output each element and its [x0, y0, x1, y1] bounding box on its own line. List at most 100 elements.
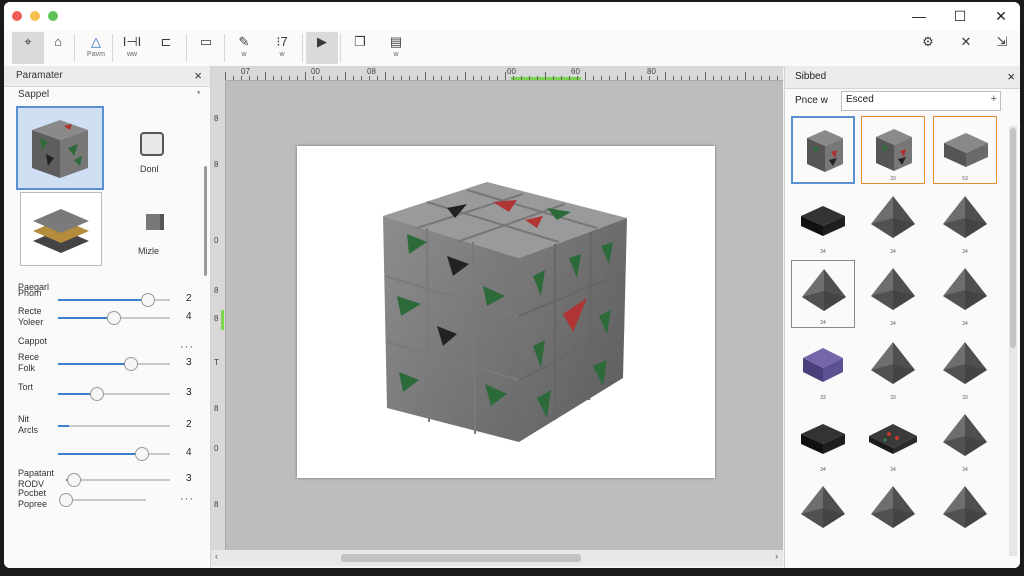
- param-slider-knob[interactable]: [107, 311, 121, 325]
- main-toolbar: ⌖ ⌂ △ Pavm I⊣I ww ⊏ ▭ ✎ w ⁝7 w ▶ ❐ ▤ w ⚙ ✕ ⇲: [4, 30, 1020, 67]
- tool-6-button[interactable]: ▭: [190, 32, 222, 64]
- tool-5-button[interactable]: ⊏: [150, 32, 182, 64]
- canvas-scroll-thumb[interactable]: [341, 554, 581, 562]
- ruler-tick: [585, 72, 586, 80]
- param-slider-knob[interactable]: [59, 493, 73, 507]
- select-tool-button[interactable]: ⌖: [12, 32, 44, 64]
- render-artboard[interactable]: [297, 146, 715, 478]
- toolbar-button-label: ww: [126, 51, 138, 58]
- param-slider[interactable]: [58, 293, 170, 307]
- section-collapse-icon[interactable]: *: [197, 89, 201, 99]
- window-close-button[interactable]: ✕: [990, 6, 1012, 26]
- thumb-list-scrollbar[interactable]: [204, 166, 207, 276]
- param-slider[interactable]: [66, 473, 170, 487]
- ruler-tick: [305, 72, 306, 80]
- ruler-tick: [593, 76, 594, 80]
- canvas-horizontal-scrollbar[interactable]: ‹ ›: [211, 550, 783, 566]
- library-item[interactable]: 33: [791, 334, 855, 402]
- library-item-caption: 34: [890, 467, 896, 473]
- library-item[interactable]: [791, 116, 855, 184]
- close-traffic-light[interactable]: [12, 11, 22, 21]
- library-item[interactable]: 34: [861, 406, 925, 474]
- ruler-tick: [761, 76, 762, 80]
- ruler-tick: [281, 76, 282, 80]
- library-panel-close-button[interactable]: ×: [1007, 69, 1015, 84]
- tool-8-button[interactable]: ⁝7 w: [266, 32, 298, 64]
- param-slider-knob[interactable]: [90, 387, 105, 401]
- param-slider-fill: [58, 363, 131, 365]
- ruler-tick: [777, 76, 778, 80]
- ruler-tick-label: 00: [311, 67, 320, 76]
- cube-preview-icon: [32, 120, 88, 178]
- scroll-left-icon[interactable]: ‹: [215, 551, 218, 561]
- tool-4-button[interactable]: I⊣I ww: [116, 32, 148, 64]
- param-slider-knob[interactable]: [123, 357, 138, 371]
- prism-tool-button[interactable]: △ Pavm: [80, 32, 112, 64]
- export-button[interactable]: ⇲: [986, 32, 1018, 64]
- home-tool-button[interactable]: ⌂: [42, 32, 74, 64]
- parameter-panel-title: Paramater: [16, 70, 63, 81]
- library-item[interactable]: 24: [791, 260, 855, 328]
- parameter-panel-close-button[interactable]: ×: [194, 68, 202, 83]
- param-label: Nit Arcls: [18, 414, 38, 435]
- settings-button[interactable]: ⚙: [912, 32, 944, 64]
- library-item[interactable]: 34: [933, 260, 997, 328]
- close-tool-button[interactable]: ✕: [950, 32, 982, 64]
- tool-7-button[interactable]: ✎ w: [228, 32, 260, 64]
- sample-thumb-cube[interactable]: [16, 106, 104, 190]
- tool-11-button[interactable]: ▤ w: [380, 32, 412, 64]
- scroll-right-icon[interactable]: ›: [775, 551, 778, 561]
- library-scroll-thumb[interactable]: [1010, 128, 1016, 348]
- library-item[interactable]: 34: [933, 406, 997, 474]
- library-item[interactable]: 34: [861, 188, 925, 256]
- library-panel-header: Sibbed ×: [785, 66, 1020, 89]
- library-item[interactable]: 33: [933, 334, 997, 402]
- sample-thumb-layers[interactable]: [20, 192, 102, 266]
- library-item[interactable]: 34: [791, 188, 855, 256]
- param-slider-knob[interactable]: [135, 447, 149, 461]
- param-slider-knob[interactable]: [140, 293, 155, 307]
- pyramid-icon: [802, 269, 846, 311]
- param-slider[interactable]: [58, 311, 170, 325]
- library-item[interactable]: 34: [791, 406, 855, 474]
- horizontal-ruler: 07 00 08 00 60 80: [211, 66, 783, 81]
- library-item[interactable]: 33: [861, 334, 925, 402]
- library-item[interactable]: [791, 478, 855, 538]
- param-slider-knob[interactable]: [67, 473, 82, 487]
- param-value[interactable]: ···: [180, 493, 194, 505]
- param-value[interactable]: ···: [180, 341, 194, 353]
- ruler-tick: [473, 76, 474, 80]
- library-filter-input[interactable]: Esced +: [841, 91, 1001, 111]
- ruler-tick-label: 8: [214, 314, 219, 323]
- param-slider[interactable]: [58, 387, 170, 401]
- library-item[interactable]: [861, 478, 925, 538]
- ruler-tick-label: 00: [507, 67, 516, 76]
- ruler-tick: [721, 76, 722, 80]
- ruler-tick: [753, 76, 754, 80]
- toolbar-separator: [74, 34, 75, 62]
- param-label: Pocbet Popree: [18, 488, 48, 509]
- library-item[interactable]: 34: [861, 260, 925, 328]
- param-slider[interactable]: [58, 447, 170, 461]
- param-slider[interactable]: [58, 425, 170, 427]
- ruler-tick: [561, 76, 562, 80]
- window-maximize-button[interactable]: ☐: [949, 6, 971, 26]
- ruler-tick: [385, 72, 386, 80]
- play-tool-button[interactable]: ▶: [306, 32, 338, 64]
- minimize-traffic-light[interactable]: [30, 11, 40, 21]
- ruler-tick: [361, 76, 362, 80]
- viewport-canvas[interactable]: 07 00 08 00 60 80 88088T808 ‹ ›: [211, 66, 783, 566]
- toolbar-button-label: w: [241, 51, 247, 58]
- library-item[interactable]: [933, 478, 997, 538]
- library-item[interactable]: 34: [933, 188, 997, 256]
- library-item[interactable]: 33: [861, 116, 925, 184]
- add-icon[interactable]: +: [991, 93, 997, 105]
- library-scrollbar[interactable]: [1009, 126, 1017, 556]
- param-slider[interactable]: [58, 357, 170, 371]
- stack-icon: [146, 214, 164, 230]
- tool-10-button[interactable]: ❐: [344, 32, 376, 64]
- param-slider[interactable]: [59, 493, 146, 507]
- maximize-traffic-light[interactable]: [48, 11, 58, 21]
- window-minimize-button[interactable]: —: [908, 6, 930, 26]
- library-item[interactable]: 53: [933, 116, 997, 184]
